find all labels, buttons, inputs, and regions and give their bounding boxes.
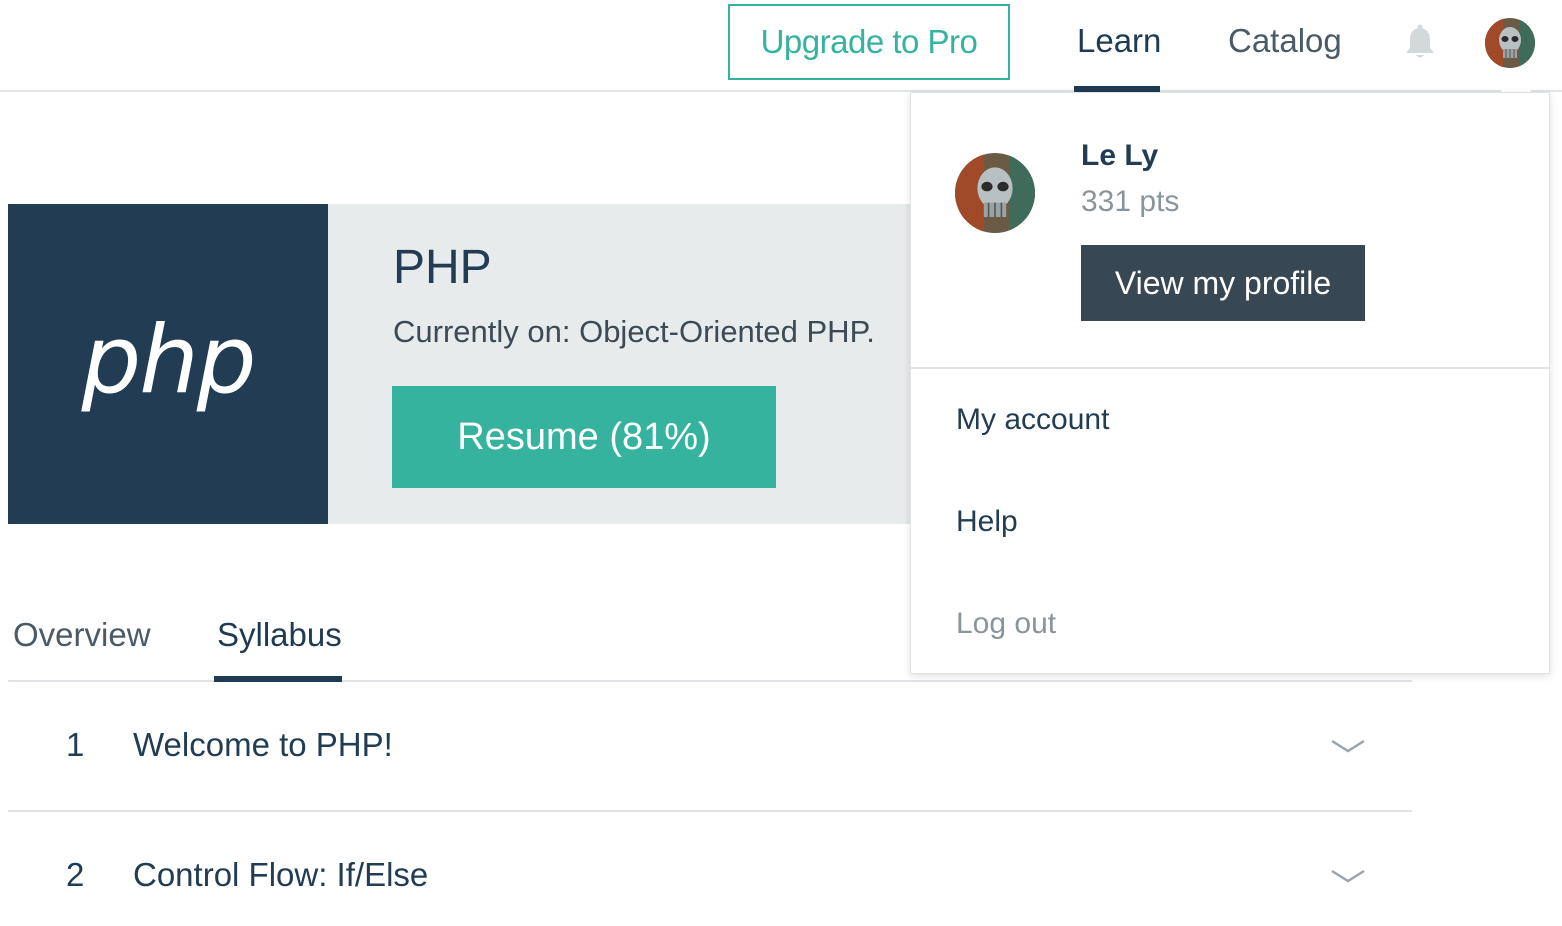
user-name: Le Ly [1081, 139, 1159, 172]
dropdown-divider [911, 367, 1549, 369]
syllabus-row-number: 1 [66, 726, 85, 763]
bell-icon[interactable] [1402, 24, 1438, 62]
menu-item-my-account[interactable]: My account [956, 403, 1109, 437]
menu-item-log-out[interactable]: Log out [956, 607, 1056, 641]
user-dropdown-menu: Le Ly 331 pts View my profile My account… [910, 92, 1550, 674]
chevron-down-icon[interactable] [1330, 738, 1366, 754]
course-title: PHP [393, 241, 492, 294]
menu-item-help[interactable]: Help [956, 505, 1018, 539]
upgrade-to-pro-button[interactable]: Upgrade to Pro [728, 4, 1010, 80]
nav-learn-link[interactable]: Learn [1077, 22, 1161, 60]
php-logo: php [8, 204, 328, 524]
tab-overview[interactable]: Overview [13, 616, 151, 654]
chevron-down-icon[interactable] [1330, 868, 1366, 884]
syllabus-row-title: Control Flow: If/Else [133, 856, 429, 893]
course-current-stage: Currently on: Object-Oriented PHP. [393, 314, 875, 349]
user-avatar-button[interactable] [1485, 18, 1535, 68]
user-points: 331 pts [1081, 185, 1180, 218]
syllabus-row[interactable]: 2 Control Flow: If/Else [8, 812, 1412, 926]
resume-button[interactable]: Resume (81%) [392, 386, 776, 488]
page: Upgrade to Pro Learn Catalog php PHP Cur… [0, 0, 1562, 926]
nav-catalog-link[interactable]: Catalog [1228, 22, 1342, 60]
php-logo-text: php [81, 305, 257, 415]
view-profile-button[interactable]: View my profile [1081, 245, 1365, 321]
dropdown-caret [1500, 76, 1532, 92]
syllabus-row-title: Welcome to PHP! [133, 726, 393, 763]
syllabus-row[interactable]: 1 Welcome to PHP! [8, 682, 1412, 812]
tab-syllabus[interactable]: Syllabus [217, 616, 342, 654]
syllabus-row-number: 2 [66, 856, 85, 893]
top-nav: Upgrade to Pro Learn Catalog [0, 0, 1562, 92]
user-avatar [955, 153, 1035, 233]
